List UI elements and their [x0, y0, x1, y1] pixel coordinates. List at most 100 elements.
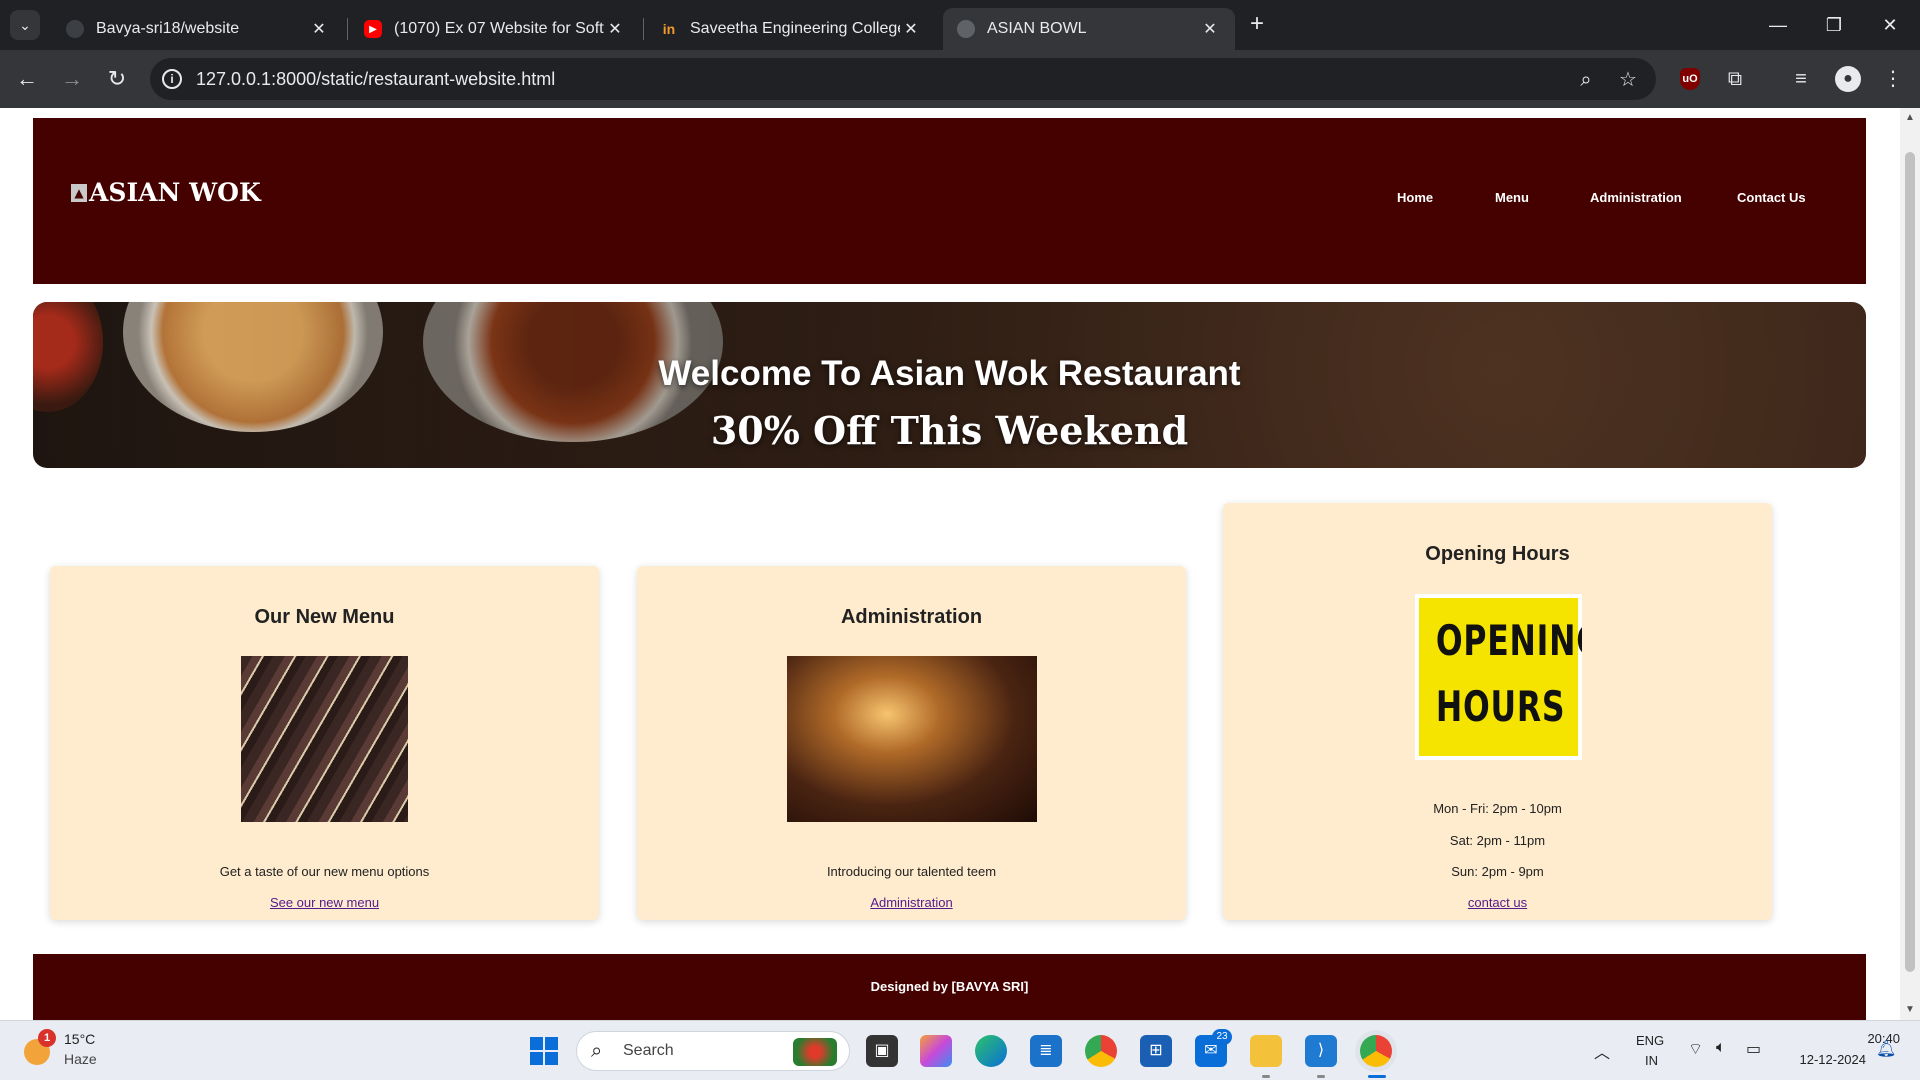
tab-search-button[interactable]: ⌄	[10, 10, 40, 40]
scroll-up-arrow-icon[interactable]: ▲	[1900, 108, 1920, 128]
ublock-extension-icon[interactable]: uO	[1680, 68, 1700, 90]
card-new-menu: Our New Menu Get a taste of our new menu…	[50, 566, 599, 920]
site-logo[interactable]: ▲ ASIAN WOK	[71, 178, 261, 207]
tab-title: Saveetha Engineering College: L	[690, 20, 900, 37]
new-tab-button[interactable]: +	[1244, 12, 1270, 38]
weather-condition[interactable]: Haze	[64, 1051, 97, 1067]
vscode-icon[interactable]: ⟩	[1305, 1035, 1337, 1067]
nav-menu[interactable]: Menu	[1495, 190, 1529, 205]
site-info-icon[interactable]: i	[162, 69, 182, 89]
more-menu-icon[interactable]: ⋮	[1878, 64, 1908, 94]
arrow-left-icon: ←	[16, 66, 38, 91]
hours-saturday: Sat: 2pm - 11pm	[1449, 833, 1546, 848]
profile-avatar[interactable]: ●	[1835, 66, 1861, 92]
nav-contact-us[interactable]: Contact Us	[1737, 190, 1806, 205]
tab-divider	[643, 18, 644, 40]
notification-bell-icon[interactable]: 🔔︎	[1876, 1039, 1896, 1059]
zoom-icon[interactable]: ⌕	[1574, 68, 1598, 92]
minimize-button[interactable]: —	[1750, 8, 1806, 42]
scroll-down-arrow-icon[interactable]: ▼	[1900, 1000, 1920, 1020]
language-indicator[interactable]: ENG	[1636, 1033, 1664, 1048]
tab-youtube[interactable]: ▶ (1070) Ex 07 Website for Softwa ✕	[350, 8, 640, 50]
search-icon: ⌕	[591, 1040, 603, 1062]
back-button[interactable]: ←	[12, 64, 42, 94]
tab-asian-bowl[interactable]: ASIAN BOWL ✕	[943, 8, 1235, 50]
minimize-icon: —	[1769, 15, 1787, 35]
contact-us-link[interactable]: contact us	[1223, 895, 1772, 910]
store-icon[interactable]: ⊞	[1140, 1035, 1172, 1067]
footer-credit: Designed by [BAVYA SRI]	[870, 979, 1029, 994]
reload-button[interactable]: ↻	[102, 64, 132, 94]
plus-icon: +	[1249, 10, 1264, 37]
taskbar-search[interactable]: ⌕ Search	[576, 1031, 850, 1071]
page-scrollbar[interactable]: ▲ ▼	[1900, 108, 1920, 1020]
logo-image-icon: ▲	[71, 183, 87, 202]
arrow-right-icon: →	[61, 66, 83, 91]
clock-date[interactable]: 12-12-2024	[1786, 1052, 1867, 1067]
region-indicator[interactable]: IN	[1645, 1053, 1658, 1068]
youtube-icon: ▶	[364, 20, 382, 38]
chrome-profile-icon[interactable]	[1360, 1035, 1392, 1067]
close-icon: ✕	[1882, 15, 1898, 35]
hours-sunday: Sun: 2pm - 9pm	[1451, 864, 1544, 879]
reload-icon: ↻	[107, 66, 127, 91]
globe-icon	[957, 20, 975, 38]
url-text[interactable]: 127.0.0.1:8000/static/restaurant-website…	[196, 69, 555, 90]
show-hidden-icons-chevron-up-icon[interactable]: ︿	[1594, 1039, 1610, 1063]
address-bar[interactable]: i 127.0.0.1:8000/static/restaurant-websi…	[150, 58, 1656, 100]
tab-divider	[347, 18, 348, 40]
administration-link[interactable]: Administration	[637, 895, 1186, 910]
scroll-thumb[interactable]	[1905, 152, 1915, 972]
task-view-icon[interactable]: ▣	[866, 1035, 898, 1067]
close-icon[interactable]: ✕	[308, 19, 330, 39]
card-title: Opening Hours	[1425, 543, 1570, 565]
media-control-icon[interactable]: ≡	[1786, 64, 1816, 94]
search-highlight-image	[793, 1038, 837, 1066]
site-header: ▲ ASIAN WOK Home Menu Administration Con…	[33, 118, 1866, 284]
bookmark-star-icon[interactable]: ☆	[1616, 68, 1640, 92]
restore-button[interactable]: ❐	[1806, 8, 1862, 42]
restaurant-interior-image	[787, 656, 1037, 822]
weather-badge: 1	[38, 1029, 56, 1047]
notepad-icon[interactable]: ≣	[1030, 1035, 1062, 1067]
hero-title: Welcome To Asian Wok Restaurant	[658, 354, 1241, 393]
chrome-icon[interactable]	[1085, 1035, 1117, 1067]
tab-saveetha[interactable]: in Saveetha Engineering College: L ✕	[646, 8, 936, 50]
close-icon[interactable]: ✕	[1199, 19, 1221, 39]
copilot-icon[interactable]	[920, 1035, 952, 1067]
hours-weekdays: Mon - Fri: 2pm - 10pm	[1433, 801, 1562, 816]
file-explorer-icon[interactable]	[1250, 1035, 1282, 1067]
skewers-image	[241, 656, 408, 822]
forward-button[interactable]: →	[57, 64, 87, 94]
tab-title: (1070) Ex 07 Website for Softwa	[394, 20, 604, 37]
weather-temperature[interactable]: 15°C	[64, 1031, 95, 1047]
close-icon[interactable]: ✕	[900, 19, 922, 39]
nav-home[interactable]: Home	[1397, 190, 1433, 205]
windows-taskbar: 1 15°C Haze ⌕ Search ▣ ≣ ⊞ ✉ 23 ⟩ ︿ ENG …	[0, 1020, 1920, 1080]
start-button[interactable]	[530, 1037, 558, 1065]
hero-subtitle: 30% Off This Weekend	[710, 408, 1189, 453]
extensions-puzzle-icon[interactable]: ⧉	[1720, 64, 1750, 94]
tab-title: ASIAN BOWL	[987, 20, 1087, 37]
hero-banner: Welcome To Asian Wok Restaurant 30% Off …	[33, 302, 1866, 468]
nav-administration[interactable]: Administration	[1590, 190, 1682, 205]
card-administration: Administration Introducing our talented …	[637, 566, 1186, 920]
volume-icon[interactable]: 🔈︎	[1716, 1039, 1726, 1057]
edge-icon[interactable]	[975, 1035, 1007, 1067]
close-window-button[interactable]: ✕	[1862, 8, 1918, 42]
sign-text-hours: HOURS	[1435, 682, 1566, 731]
running-indicator	[1317, 1075, 1325, 1078]
restore-icon: ❐	[1825, 15, 1843, 35]
see-new-menu-link[interactable]: See our new menu	[50, 895, 599, 910]
tab-github[interactable]: Bavya-sri18/website ✕	[52, 8, 344, 50]
wifi-icon[interactable]: ⌔	[1688, 1039, 1703, 1059]
search-placeholder: Search	[623, 1042, 674, 1059]
windows-logo-icon	[530, 1052, 543, 1065]
tab-title: Bavya-sri18/website	[96, 20, 240, 37]
sign-text-opening: OPENING	[1435, 616, 1582, 665]
site-footer: Designed by [BAVYA SRI]	[33, 954, 1866, 1020]
battery-icon[interactable]: ▭	[1746, 1039, 1761, 1059]
card-description: Get a taste of our new menu options	[219, 864, 430, 879]
browser-toolbar: ← → ↻ i 127.0.0.1:8000/static/restaurant…	[0, 50, 1920, 108]
close-icon[interactable]: ✕	[604, 19, 626, 39]
